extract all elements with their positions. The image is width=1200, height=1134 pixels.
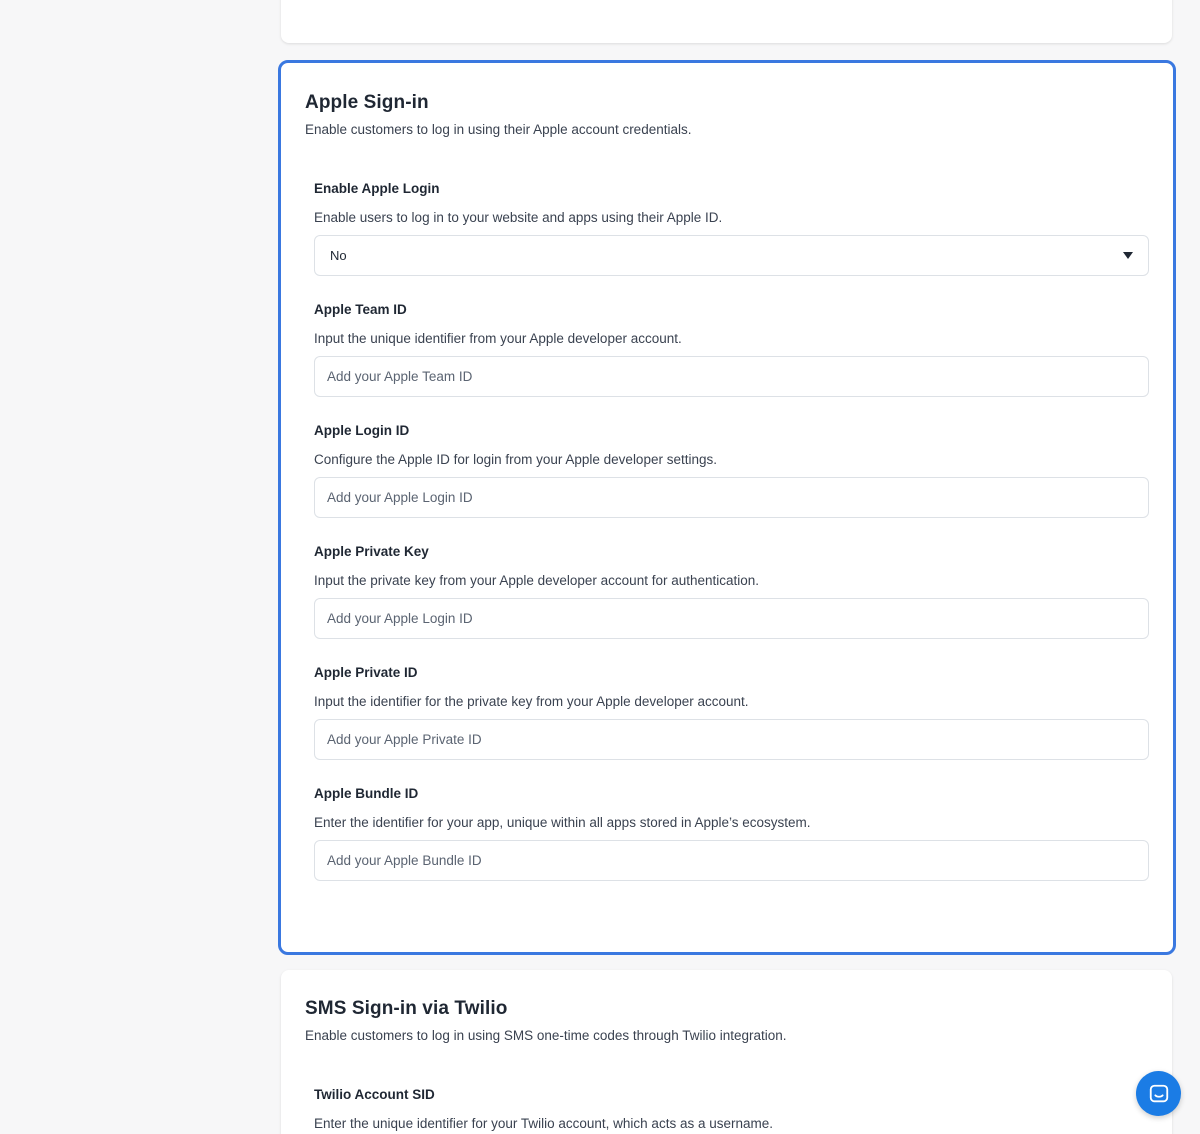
apple-team-id-field: Apple Team ID Input the unique identifie… (314, 301, 1149, 397)
apple-section-description: Enable customers to log in using their A… (305, 122, 692, 137)
enable-apple-login-select[interactable]: No (314, 235, 1149, 276)
apple-signin-section: Apple Sign-in Enable customers to log in… (278, 60, 1176, 955)
apple-private-id-field: Apple Private ID Input the identifier fo… (314, 664, 1149, 760)
enable-apple-login-field: Enable Apple Login Enable users to log i… (314, 180, 1149, 276)
apple-bundle-id-help: Enter the identifier for your app, uniqu… (314, 815, 811, 830)
apple-bundle-id-input[interactable] (327, 853, 1136, 868)
apple-team-id-help: Input the unique identifier from your Ap… (314, 331, 682, 346)
apple-team-id-label: Apple Team ID (314, 302, 407, 317)
apple-private-id-help: Input the identifier for the private key… (314, 694, 749, 709)
chat-bubble-icon (1149, 1084, 1168, 1102)
settings-page: Apple Sign-in Enable customers to log in… (0, 0, 1200, 1134)
previous-section-card (281, 0, 1172, 43)
apple-private-id-input[interactable] (327, 732, 1136, 747)
sms-fields: Twilio Account SID Enter the unique iden… (305, 1086, 1147, 1133)
sms-section-description: Enable customers to log in using SMS one… (305, 1028, 787, 1043)
apple-team-id-input[interactable] (327, 369, 1136, 384)
enable-apple-login-help: Enable users to log in to your website a… (314, 210, 723, 225)
apple-login-id-input[interactable] (327, 490, 1136, 505)
apple-section-title: Apple Sign-in (305, 92, 429, 113)
apple-private-key-input[interactable] (327, 611, 1136, 626)
caret-down-icon (1123, 252, 1133, 259)
chat-launcher-button[interactable] (1136, 1071, 1181, 1116)
apple-login-id-control (314, 477, 1149, 518)
sms-section-title: SMS Sign-in via Twilio (305, 998, 508, 1019)
apple-login-id-field: Apple Login ID Configure the Apple ID fo… (314, 422, 1149, 518)
apple-team-id-control (314, 356, 1149, 397)
apple-private-key-label: Apple Private Key (314, 544, 429, 559)
enable-apple-login-label: Enable Apple Login (314, 181, 440, 196)
apple-private-key-field: Apple Private Key Input the private key … (314, 543, 1149, 639)
apple-login-id-label: Apple Login ID (314, 423, 410, 438)
apple-bundle-id-control (314, 840, 1149, 881)
apple-private-key-help: Input the private key from your Apple de… (314, 573, 760, 588)
apple-fields: Enable Apple Login Enable users to log i… (305, 180, 1149, 881)
apple-login-id-help: Configure the Apple ID for login from yo… (314, 452, 717, 467)
twilio-account-sid-field: Twilio Account SID Enter the unique iden… (314, 1086, 1147, 1133)
apple-bundle-id-field: Apple Bundle ID Enter the identifier for… (314, 785, 1149, 881)
apple-private-id-control (314, 719, 1149, 760)
apple-private-id-label: Apple Private ID (314, 665, 418, 680)
sms-signin-section: SMS Sign-in via Twilio Enable customers … (281, 970, 1172, 1134)
apple-private-key-control (314, 598, 1149, 639)
twilio-account-sid-help: Enter the unique identifier for your Twi… (314, 1116, 773, 1131)
enable-apple-login-value: No (330, 248, 347, 263)
twilio-account-sid-label: Twilio Account SID (314, 1087, 435, 1102)
apple-bundle-id-label: Apple Bundle ID (314, 786, 419, 801)
